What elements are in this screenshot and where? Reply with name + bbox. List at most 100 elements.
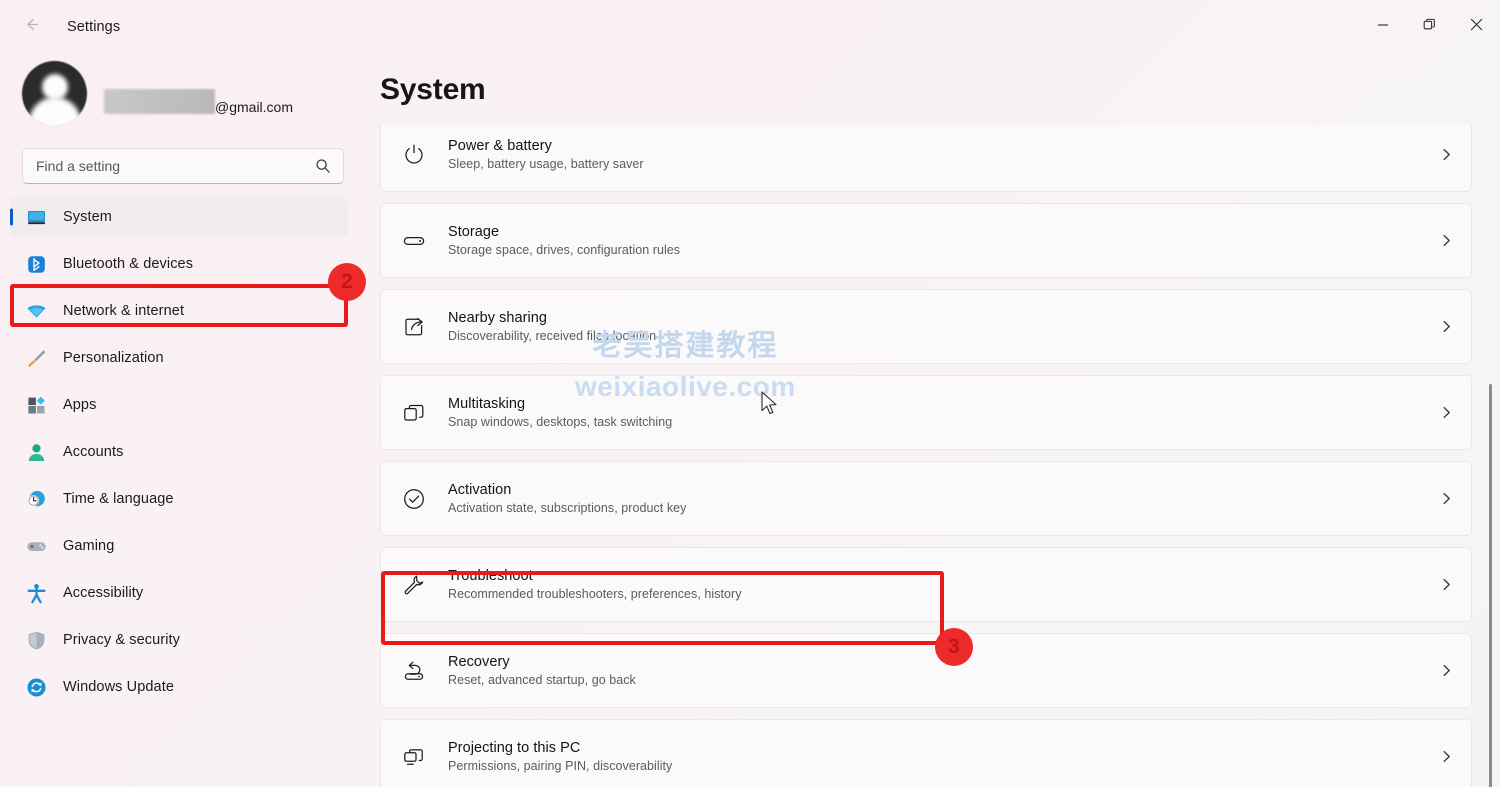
card-subtitle: Reset, advanced startup, go back	[448, 673, 636, 687]
sidebar-item-privacy-security[interactable]: Privacy & security	[10, 620, 348, 660]
sync-refresh-icon	[25, 676, 47, 698]
sidebar-item-label: Personalization	[63, 350, 164, 366]
restore-icon	[1423, 18, 1436, 36]
sidebar-item-label: Privacy & security	[63, 632, 181, 648]
close-button[interactable]	[1453, 0, 1500, 54]
sidebar-item-personalization[interactable]: Personalization	[10, 338, 348, 378]
sidebar-item-accessibility[interactable]: Accessibility	[10, 573, 348, 613]
card-subtitle: Snap windows, desktops, task switching	[448, 415, 673, 429]
share-icon	[401, 314, 427, 340]
chevron-right-icon	[1439, 319, 1454, 334]
card-subtitle: Recommended troubleshooters, preferences…	[448, 587, 742, 601]
card-multitasking[interactable]: Multitasking Snap windows, desktops, tas…	[380, 375, 1472, 450]
sidebar-item-accounts[interactable]: Accounts	[10, 432, 348, 472]
storage-drive-icon	[401, 228, 427, 254]
chevron-right-icon	[1439, 233, 1454, 248]
shield-icon	[25, 629, 47, 651]
apps-grid-icon	[25, 394, 47, 416]
card-nearby-sharing[interactable]: Nearby sharing Discoverability, received…	[380, 289, 1472, 364]
card-subtitle: Discoverability, received files location	[448, 329, 657, 343]
card-recovery[interactable]: Recovery Reset, advanced startup, go bac…	[380, 633, 1472, 708]
chevron-right-icon	[1439, 749, 1454, 764]
sidebar-item-label: Apps	[63, 397, 97, 413]
check-circle-icon	[401, 486, 427, 512]
card-title: Power & battery	[448, 138, 552, 154]
account-email-domain: @gmail.com	[215, 98, 294, 115]
project-screen-icon	[401, 744, 427, 770]
accessibility-person-icon	[25, 582, 47, 604]
search-icon[interactable]	[315, 158, 331, 174]
avatar	[22, 60, 87, 126]
card-subtitle: Storage space, drives, configuration rul…	[448, 243, 681, 257]
sidebar-item-network-internet[interactable]: Network & internet	[10, 291, 348, 331]
chevron-right-icon	[1439, 405, 1454, 420]
scrollbar-thumb[interactable]	[1489, 384, 1492, 787]
sidebar-item-label: System	[63, 209, 112, 225]
sidebar-item-time-language[interactable]: Time & language	[10, 479, 348, 519]
sidebar-item-system[interactable]: System	[10, 197, 348, 237]
sidebar-nav-list: System Bluetooth & devices Network & int…	[0, 197, 364, 707]
recovery-arrow-icon	[401, 658, 427, 684]
card-subtitle: Activation state, subscriptions, product…	[448, 501, 687, 515]
sidebar-item-gaming[interactable]: Gaming	[10, 526, 348, 566]
chevron-right-icon	[1439, 491, 1454, 506]
card-activation[interactable]: Activation Activation state, subscriptio…	[380, 461, 1472, 536]
card-title: Recovery	[448, 654, 510, 670]
sidebar-item-windows-update[interactable]: Windows Update	[10, 667, 348, 707]
card-title: Activation	[448, 482, 512, 498]
card-title: Troubleshoot	[448, 568, 533, 584]
card-title: Multitasking	[448, 396, 526, 412]
gamepad-icon	[25, 535, 47, 557]
bluetooth-icon	[25, 253, 47, 275]
chevron-right-icon	[1439, 147, 1454, 162]
card-projecting-to-this-pc[interactable]: Projecting to this PC Permissions, pairi…	[380, 719, 1472, 787]
minimize-icon	[1377, 18, 1389, 36]
card-subtitle: Permissions, pairing PIN, discoverabilit…	[448, 759, 673, 773]
card-troubleshoot[interactable]: Troubleshoot Recommended troubleshooters…	[380, 547, 1472, 622]
title-bar: Settings	[0, 0, 1500, 54]
sidebar-item-label: Gaming	[63, 538, 115, 554]
card-title: Nearby sharing	[448, 310, 548, 326]
scrollbar[interactable]	[1485, 179, 1497, 787]
paintbrush-icon	[25, 347, 47, 369]
redacted-name	[104, 88, 215, 114]
clock-globe-icon	[25, 488, 47, 510]
sidebar: @gmail.com Syst	[0, 54, 364, 787]
back-button[interactable]	[12, 10, 50, 44]
search-input[interactable]	[23, 149, 343, 183]
sidebar-item-apps[interactable]: Apps	[10, 385, 348, 425]
sidebar-item-bluetooth-devices[interactable]: Bluetooth & devices	[10, 244, 348, 284]
wrench-icon	[401, 572, 427, 598]
wifi-icon	[25, 300, 47, 322]
sidebar-item-label: Bluetooth & devices	[63, 256, 194, 272]
main-content: System Power & battery Sleep, battery us…	[364, 54, 1500, 787]
minimize-button[interactable]	[1359, 0, 1406, 54]
card-power-battery[interactable]: Power & battery Sleep, battery usage, ba…	[380, 125, 1472, 192]
sidebar-item-label: Accessibility	[63, 585, 144, 601]
sidebar-item-label: Accounts	[63, 444, 124, 460]
chevron-right-icon	[1439, 663, 1454, 678]
settings-scroll-region[interactable]: Power & battery Sleep, battery usage, ba…	[364, 125, 1500, 787]
arrow-left-icon	[22, 15, 41, 39]
close-icon	[1470, 18, 1483, 36]
sidebar-item-label: Network & internet	[63, 303, 185, 319]
windows-stack-icon	[401, 400, 427, 426]
card-storage[interactable]: Storage Storage space, drives, configura…	[380, 203, 1472, 278]
card-title: Projecting to this PC	[448, 740, 581, 756]
person-icon	[25, 441, 47, 463]
monitor-icon	[25, 206, 47, 228]
card-subtitle: Sleep, battery usage, battery saver	[448, 157, 644, 171]
sidebar-item-label: Time & language	[63, 491, 174, 507]
search-box[interactable]	[22, 148, 344, 184]
sidebar-item-label: Windows Update	[63, 679, 175, 695]
account-header[interactable]: @gmail.com	[0, 54, 364, 132]
window-controls	[1359, 0, 1500, 54]
card-title: Storage	[448, 224, 500, 240]
app-title: Settings	[67, 19, 121, 35]
chevron-right-icon	[1439, 577, 1454, 592]
account-name: @gmail.com	[104, 88, 294, 115]
maximize-button[interactable]	[1406, 0, 1453, 54]
page-title: System	[380, 73, 486, 106]
power-icon	[401, 142, 427, 168]
settings-window: Settings @gmail.com Find a setting Syste…	[0, 0, 1500, 787]
